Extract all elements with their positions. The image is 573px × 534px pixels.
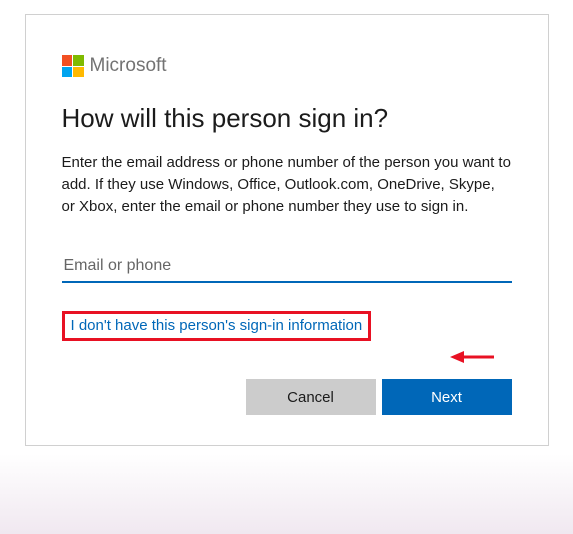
email-or-phone-input[interactable] [62,253,512,283]
cancel-button[interactable]: Cancel [246,379,376,415]
no-signin-info-link[interactable]: I don't have this person's sign-in infor… [71,317,363,334]
arrow-left-icon [448,347,496,372]
brand-name: Microsoft [90,55,167,77]
signin-dialog: Microsoft How will this person sign in? … [25,14,549,446]
next-button[interactable]: Next [382,379,512,415]
button-row: Cancel Next [62,379,512,415]
microsoft-logo-icon [62,55,84,77]
brand-row: Microsoft [62,55,512,77]
page-title: How will this person sign in? [62,103,512,134]
annotation-highlight-box: I don't have this person's sign-in infor… [62,311,372,341]
description-text: Enter the email address or phone number … [62,152,512,217]
